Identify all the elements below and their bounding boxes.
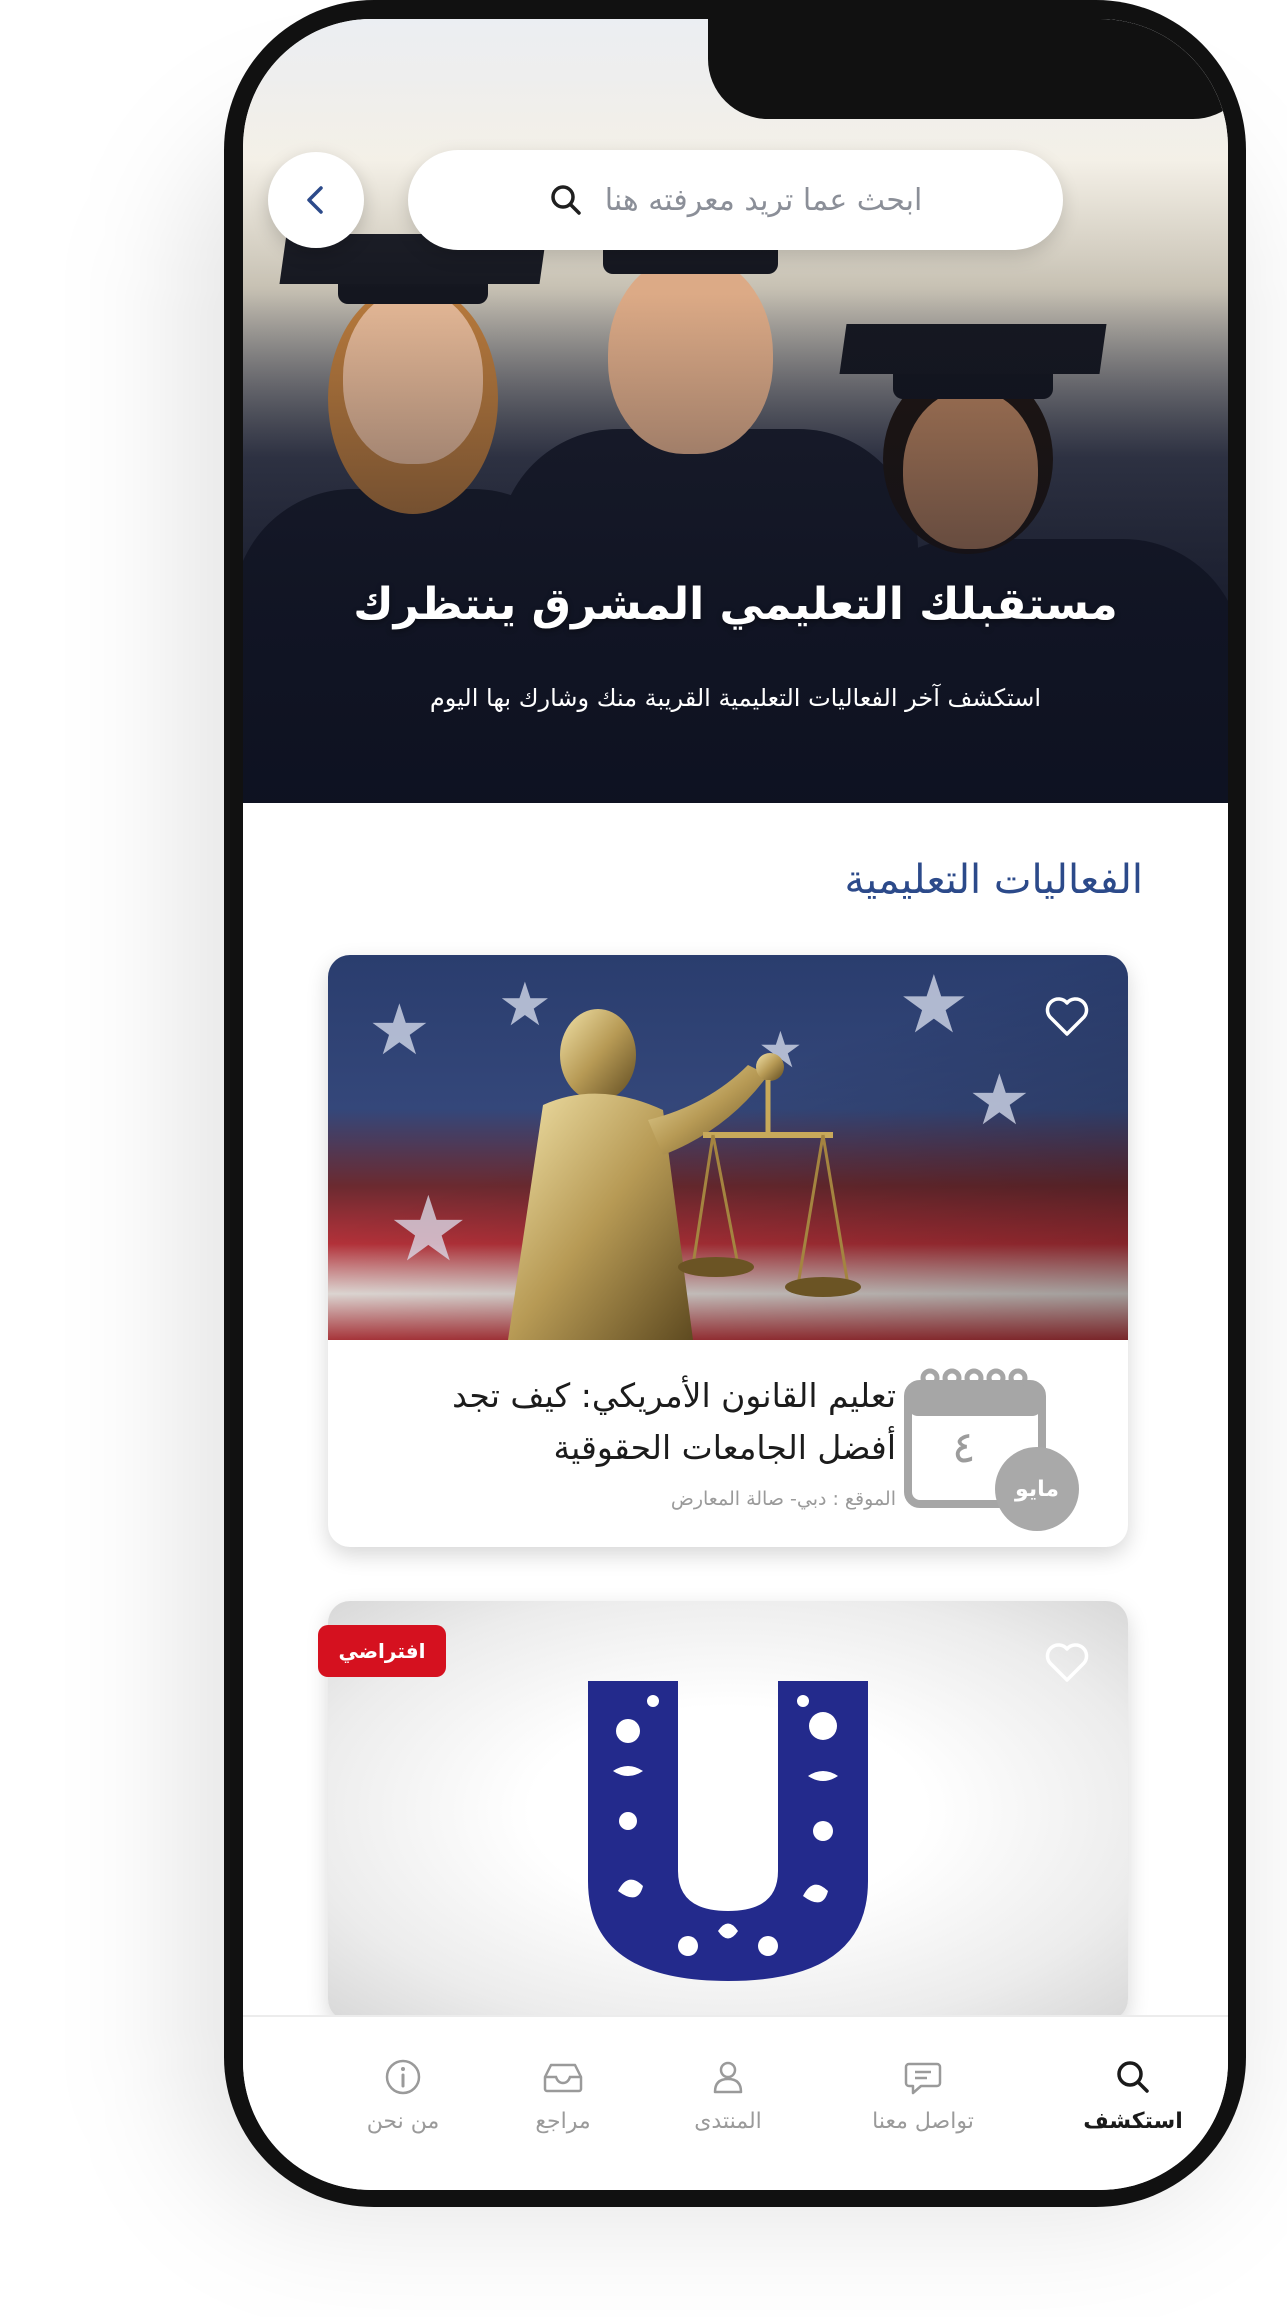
- event-month-badge: مايو: [995, 1447, 1079, 1531]
- bottom-navigation: استكشف تواصل معنا المنتدى مراجع من نحن: [243, 2015, 1228, 2190]
- nav-label: تواصل معنا: [872, 2109, 974, 2134]
- back-button[interactable]: [268, 152, 364, 248]
- favorite-heart-icon[interactable]: [1042, 991, 1092, 1041]
- section-title: الفعاليات التعليمية: [844, 857, 1143, 903]
- nav-item-about[interactable]: من نحن: [323, 2057, 483, 2134]
- search-placeholder: ابحث عما تريد معرفته هنا: [604, 182, 923, 218]
- star-shape: ★: [898, 958, 970, 1051]
- calendar-date: ٤ مايو: [900, 1362, 1080, 1532]
- star-shape: ★: [968, 1059, 1031, 1141]
- event-location: الموقع : دبي- صالة المعارض: [670, 1488, 896, 1510]
- app-screen: ابحث عما تريد معرفته هنا مستقبلك التعليم…: [243, 19, 1228, 2190]
- phone-notch: [708, 19, 1228, 119]
- search-icon: [1117, 2061, 1149, 2093]
- info-icon: [385, 2059, 421, 2095]
- hero-title: مستقبلك التعليمي المشرق ينتظرك: [353, 579, 1118, 630]
- event-title[interactable]: تعليم القانون الأمريكي: كيف تجد أفضل الج…: [376, 1370, 896, 1474]
- nav-item-references[interactable]: مراجع: [483, 2057, 643, 2134]
- user-icon: [713, 2061, 743, 2094]
- hero-subtitle: استكشف آخر الفعاليات التعليمية القريبة م…: [429, 684, 1042, 712]
- search-icon: [550, 185, 581, 215]
- hero-banner: ابحث عما تريد معرفته هنا مستقبلك التعليم…: [243, 19, 1228, 803]
- star-shape: ★: [368, 989, 431, 1071]
- nav-label: المنتدى: [694, 2109, 762, 2134]
- nav-label: استكشف: [1083, 2109, 1183, 2134]
- event-image: [328, 1601, 1128, 2021]
- nav-item-forum[interactable]: المنتدى: [648, 2057, 808, 2134]
- nav-item-explore[interactable]: استكشف: [1053, 2057, 1213, 2134]
- event-card[interactable]: ★ ★ ★ ★ ★ ★ ٤ مايو تعليم القانون الأمريك…: [328, 955, 1128, 1547]
- search-input[interactable]: ابحث عما تريد معرفته هنا: [408, 150, 1063, 250]
- event-image: ★ ★ ★ ★ ★ ★: [328, 955, 1128, 1340]
- chat-icon: [904, 2062, 942, 2095]
- lady-justice-statue: [508, 1009, 861, 1340]
- favorite-heart-icon[interactable]: [1042, 1637, 1092, 1687]
- nav-item-contact[interactable]: تواصل معنا: [843, 2057, 1003, 2134]
- event-card[interactable]: [328, 1601, 1128, 2021]
- event-day: ٤: [952, 1422, 976, 1473]
- nav-label: من نحن: [366, 2109, 440, 2134]
- event-card-body: ٤ مايو تعليم القانون الأمريكي: كيف تجد أ…: [328, 1340, 1128, 1547]
- unilever-logo: [588, 1681, 868, 1981]
- virtual-badge: افتراضي: [318, 1625, 446, 1677]
- nav-label: مراجع: [535, 2109, 591, 2134]
- chevron-left-icon: [307, 186, 323, 214]
- inbox-icon: [543, 2063, 583, 2093]
